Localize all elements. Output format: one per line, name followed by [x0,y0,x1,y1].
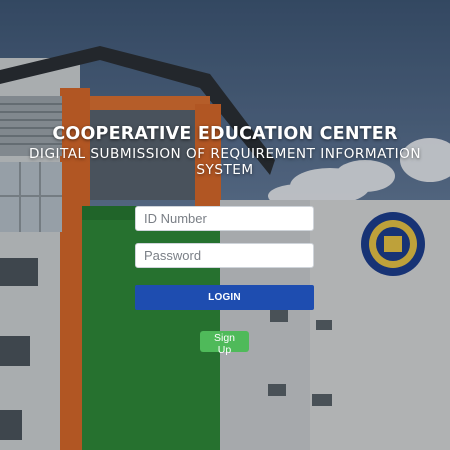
id-number-input[interactable] [135,206,314,231]
page-title: COOPERATIVE EDUCATION CENTER [52,124,398,144]
sign-up-button[interactable]: Sign Up [200,331,249,356]
page-subtitle: DIGITAL SUBMISSION OF REQUIREMENT INFORM… [28,146,422,178]
password-input[interactable] [135,243,314,268]
login-button[interactable]: LOGIN [135,285,314,310]
